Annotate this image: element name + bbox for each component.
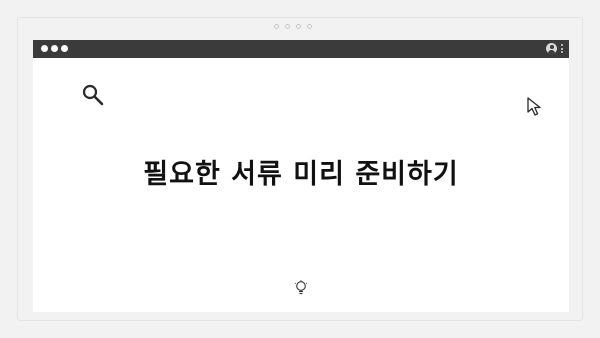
window-maximize-dot[interactable] <box>61 45 68 52</box>
user-icon[interactable] <box>546 43 557 54</box>
cursor-arrow-icon <box>527 97 541 116</box>
frame-dot <box>285 24 290 29</box>
browser-window: 필요한 서류 미리 준비하기 <box>33 40 569 312</box>
kebab-dot <box>561 51 563 53</box>
frame-dot <box>296 24 301 29</box>
kebab-dot <box>561 44 563 46</box>
kebab-dot <box>561 47 563 50</box>
frame-dot <box>307 24 312 29</box>
window-close-dot[interactable] <box>41 45 48 52</box>
frame-pagination-dots <box>274 24 312 29</box>
window-minimize-dot[interactable] <box>51 45 58 52</box>
frame-dot <box>274 24 279 29</box>
window-controls <box>41 45 68 52</box>
titlebar-actions <box>546 43 563 54</box>
user-icon-head <box>549 45 554 49</box>
user-icon-body <box>548 50 555 54</box>
lightbulb-icon <box>294 280 308 295</box>
page-headline: 필요한 서류 미리 준비하기 <box>143 159 459 190</box>
browser-titlebar <box>33 40 569 58</box>
kebab-menu-icon[interactable] <box>561 44 563 53</box>
search-icon[interactable] <box>81 83 105 107</box>
